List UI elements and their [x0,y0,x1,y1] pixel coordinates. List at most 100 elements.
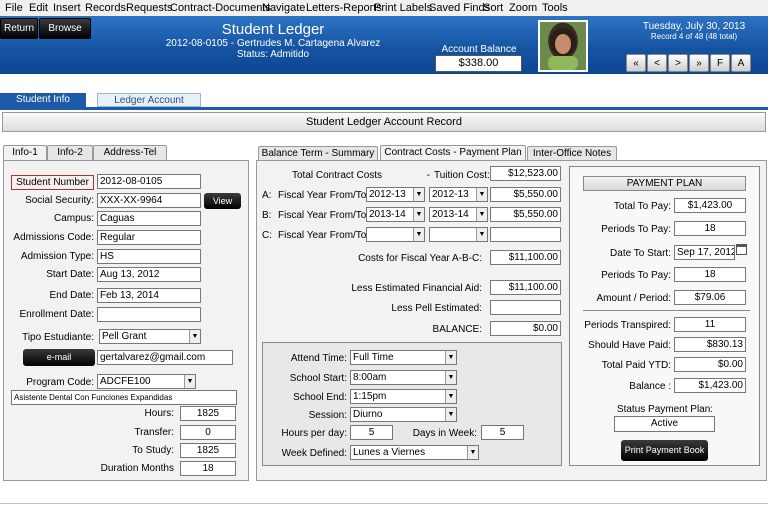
menu-file[interactable]: File [5,2,23,14]
menu-zoom[interactable]: Zoom [509,2,537,14]
hours-field[interactable]: 1825 [180,406,236,421]
transfer-field[interactable]: 0 [180,425,236,440]
should-have-paid-field[interactable]: $830.13 [674,337,746,352]
fiscal-year-costs-label: Costs for Fiscal Year A-B-C: [358,253,482,264]
admissions-code-field[interactable]: Regular [97,230,201,245]
menu-bar: File Edit Insert Records Requests Contra… [0,0,768,17]
student-number-field[interactable]: 2012-08-0105 [97,174,201,189]
total-to-pay-field[interactable]: $1,423.00 [674,198,746,213]
start-date-field[interactable]: Aug 13, 2012 [97,267,201,282]
row-c-to-select[interactable] [429,227,488,242]
menu-navigate[interactable]: Navigate [262,2,305,14]
return-button[interactable]: Return [0,18,38,39]
menu-tools[interactable]: Tools [542,2,568,14]
row-a-to-select[interactable]: 2012-13 [429,187,488,202]
tipo-estudiante-label: Tipo Estudiante: [22,332,94,343]
admission-type-field[interactable]: HS [97,249,201,264]
less-pell-field[interactable] [490,300,561,315]
amount-per-period-field[interactable]: $79.06 [674,290,746,305]
menu-letters-reports[interactable]: Letters-Reports [306,2,382,14]
school-start-select[interactable]: 8:00am [350,370,457,385]
row-c-from-select[interactable] [366,227,425,242]
payment-plan-title: PAYMENT PLAN [583,176,746,191]
admission-type-label: Admission Type: [20,251,94,262]
account-balance-value: $338.00 [435,55,522,72]
attend-time-select[interactable]: Full Time [350,350,457,365]
less-financial-aid-field[interactable]: $11,100.00 [490,280,561,295]
plan-balance-field[interactable]: $1,423.00 [674,378,746,393]
first-record-button[interactable]: « [626,54,646,72]
account-balance-label: Account Balance [441,44,517,55]
days-in-week-field[interactable]: 5 [481,425,524,440]
periods-to-pay-2-field[interactable]: 18 [674,267,746,282]
row-b-from-select[interactable]: 2013-14 [366,207,425,222]
hours-per-day-field[interactable]: 5 [350,425,393,440]
tipo-estudiante-select[interactable]: Pell Grant [99,329,201,344]
email-button[interactable]: e-mail [23,349,95,366]
amount-per-period-label: Amount / Period: [596,293,671,304]
menu-requests[interactable]: Requests [126,2,172,14]
duration-months-field[interactable]: 18 [180,461,236,476]
row-c-letter: C: [262,230,272,241]
menu-saved-finds[interactable]: Saved Finds [429,2,490,14]
row-a-from-select[interactable]: 2012-13 [366,187,425,202]
date-to-start-field[interactable]: Sep 17, 2012 [674,245,735,260]
school-end-select[interactable]: 1:15pm [350,389,457,404]
print-payment-book-button[interactable]: Print Payment Book [621,440,708,461]
periods-to-pay-field[interactable]: 18 [674,221,746,236]
campus-field[interactable]: Caguas [97,211,201,226]
tab-inter-office-notes[interactable]: Inter-Office Notes [527,146,617,161]
tab-info-2[interactable]: Info-2 [47,145,93,160]
ssn-field[interactable]: XXX-XX-9964 [97,193,201,208]
tuition-cost-field[interactable]: $12,523.00 [490,166,561,181]
admissions-code-label: Admissions Code: [13,232,94,243]
end-date-field[interactable]: Feb 13, 2014 [97,288,201,303]
program-code-select[interactable]: ADCFE100 [97,374,196,389]
tab-student-info[interactable]: Student Info [0,93,86,107]
tab-info-1[interactable]: Info-1 [3,145,47,161]
menu-print-labels[interactable]: Print Labels [374,2,432,14]
total-paid-ytd-field[interactable]: $0.00 [674,357,746,372]
periods-transpired-label: Periods Transpired: [584,320,671,331]
row-b-amount-field[interactable]: $5,550.00 [490,207,561,222]
view-ssn-button[interactable]: View [204,193,241,209]
student-subtitle: 2012-08-0105 - Gertrudes M. Cartagena Al… [165,38,381,49]
enrollment-date-field[interactable] [97,307,201,322]
to-study-field[interactable]: 1825 [180,443,236,458]
program-name-field[interactable]: Asistente Dental Con Funciones Expandida… [11,390,237,405]
browse-button[interactable]: Browse [39,18,91,39]
row-b-to-select[interactable]: 2013-14 [429,207,488,222]
record-info: Record 4 of 48 (48 total) [650,32,738,41]
days-in-week-label: Days in Week: [412,428,477,439]
less-financial-aid-label: Less Estimated Financial Aid: [351,283,482,294]
costs-balance-field[interactable]: $0.00 [490,321,561,336]
week-defined-select[interactable]: Lunes a Viernes [350,445,479,460]
tab-contract-costs-payment-plan[interactable]: Contract Costs - Payment Plan [380,145,526,161]
tab-ledger-account[interactable]: Ledger Account [97,93,201,107]
last-record-button[interactable]: » [689,54,709,72]
attend-time-label: Attend Time: [290,353,347,364]
email-field[interactable]: gertalvarez@gmail.com [97,350,233,365]
periods-transpired-field[interactable]: 11 [674,317,746,332]
row-c-label: Fiscal Year From/To: [278,230,370,241]
menu-records[interactable]: Records [85,2,126,14]
row-a-amount-field[interactable]: $5,550.00 [490,187,561,202]
fiscal-year-costs-field[interactable]: $11,100.00 [490,250,561,265]
row-c-amount-field[interactable] [490,227,561,242]
previous-record-button[interactable]: < [647,54,667,72]
current-date: Tuesday, July 30, 2013 [642,21,746,32]
session-select[interactable]: Diurno [350,407,457,422]
calendar-icon[interactable] [736,244,747,255]
menu-insert[interactable]: Insert [53,2,81,14]
all-button[interactable]: A [731,54,751,72]
should-have-paid-label: Should Have Paid: [588,340,671,351]
tab-address-tel[interactable]: Address-Tel [93,145,167,160]
student-number-label: Student Number [11,175,94,190]
menu-edit[interactable]: Edit [29,2,48,14]
menu-sort[interactable]: Sort [483,2,503,14]
tab-balance-term-summary[interactable]: Balance Term - Summary [258,146,378,161]
menu-contract-documents[interactable]: Contract-Documents [170,2,271,14]
next-record-button[interactable]: > [668,54,688,72]
status-payment-plan-field[interactable]: Active [614,416,715,432]
find-button[interactable]: F [710,54,730,72]
